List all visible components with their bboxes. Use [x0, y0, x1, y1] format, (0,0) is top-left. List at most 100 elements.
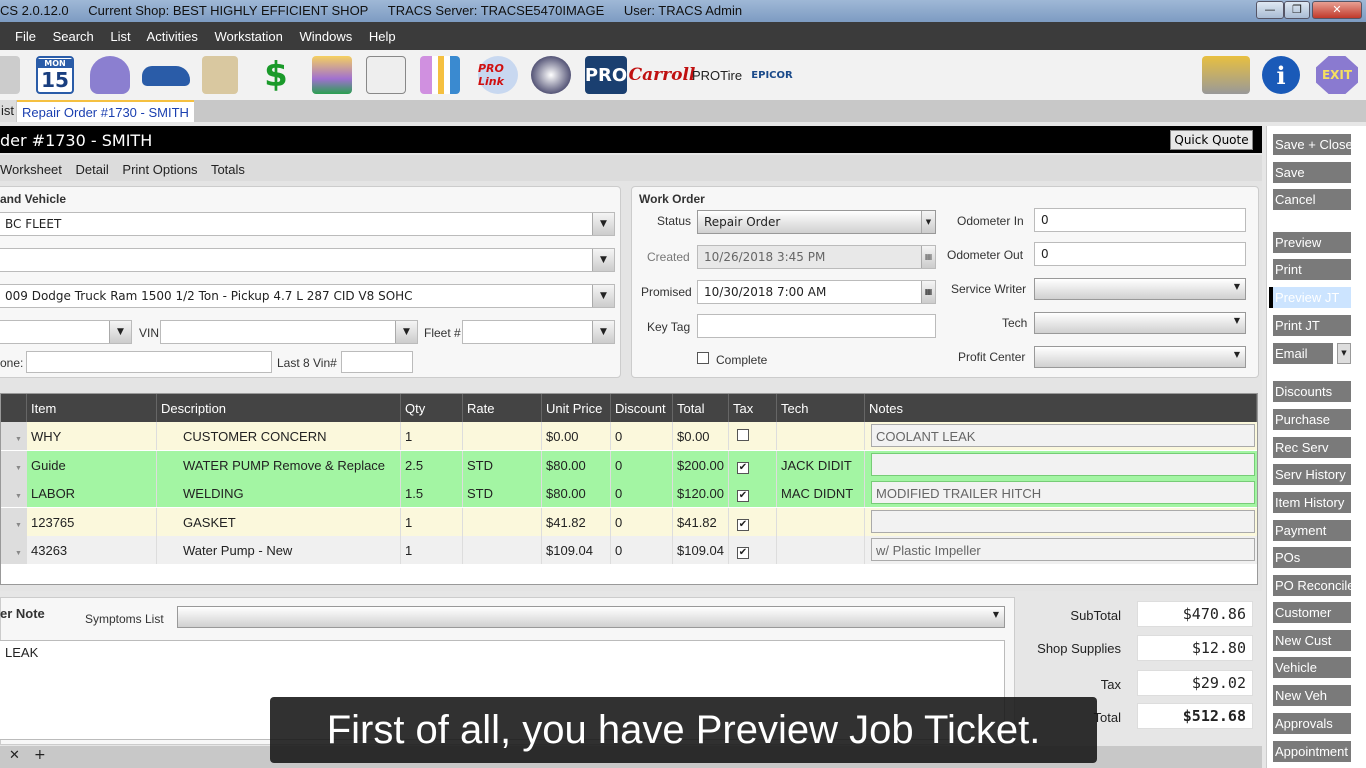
print-jt-button[interactable]: Print JT — [1273, 315, 1351, 336]
purchase-button[interactable]: Purchase — [1273, 409, 1351, 430]
cell-desc[interactable]: CUSTOMER CONCERN — [157, 422, 401, 450]
table-row[interactable]: ▼ 43263 Water Pump - New 1 $109.04 0 $109.04 ✔ w… — [1, 536, 1257, 564]
preview-button[interactable]: Preview — [1273, 232, 1351, 253]
save-close-button[interactable]: Save + Close — [1273, 134, 1351, 155]
cell-total[interactable]: $41.82 — [673, 507, 729, 536]
cell-rate[interactable] — [463, 536, 542, 564]
checkbox[interactable]: ✔ — [737, 518, 749, 531]
new-veh-button[interactable]: New Veh — [1273, 685, 1351, 706]
cell-rate[interactable]: STD — [463, 450, 542, 479]
column-header-unit-price[interactable]: Unit Price — [542, 394, 611, 422]
column-header-tax[interactable]: Tax — [729, 394, 777, 422]
table-row[interactable]: ▼ LABOR WELDING 1.5 STD $80.00 0 $120.00 ✔ MAC DI… — [1, 479, 1257, 507]
tab-totals[interactable]: Totals — [211, 162, 245, 177]
cell-qty[interactable]: 2.5 — [401, 450, 463, 479]
serv-history-button[interactable]: Serv History — [1273, 464, 1351, 485]
print-button[interactable]: Print — [1273, 259, 1351, 280]
cell-notes[interactable]: w/ Plastic Impeller — [871, 538, 1255, 561]
chart-icon[interactable] — [420, 56, 460, 94]
customers-icon[interactable] — [90, 56, 130, 94]
dollar-icon[interactable]: $ — [256, 55, 296, 95]
po-reconcile-button[interactable]: PO Reconcile — [1273, 575, 1351, 596]
cell-total[interactable]: $200.00 — [673, 450, 729, 479]
column-header-description[interactable]: Description — [157, 394, 401, 422]
service-writer-select[interactable]: ▼ — [1034, 278, 1246, 300]
menu-file[interactable]: File — [15, 29, 36, 44]
keys-settings-icon[interactable] — [1202, 56, 1250, 94]
cell-disc[interactable]: 0 — [611, 507, 673, 536]
appointment-button[interactable]: Appointment — [1273, 741, 1351, 762]
cell-unit[interactable]: $41.82 — [542, 507, 611, 536]
tech-select[interactable]: ▼ — [1034, 312, 1246, 334]
odometer-in-input[interactable]: 0 — [1034, 208, 1246, 232]
checkbox[interactable]: ✔ — [737, 490, 749, 502]
checkbox[interactable]: ✔ — [737, 461, 749, 474]
cell-desc[interactable]: GASKET — [157, 507, 401, 536]
cell-unit[interactable]: $0.00 — [542, 422, 611, 450]
discounts-button[interactable]: Discounts — [1273, 381, 1351, 402]
approvals-button[interactable]: Approvals — [1273, 713, 1351, 734]
cell-unit[interactable]: $109.04 — [542, 536, 611, 564]
cell-qty[interactable]: 1.5 — [401, 479, 463, 507]
add-tab-icon[interactable]: + — [34, 747, 46, 763]
column-header-discount[interactable]: Discount — [611, 394, 673, 422]
symptoms-select[interactable]: ▼ — [177, 606, 1005, 628]
chevron-down-icon[interactable]: ▼ — [592, 249, 614, 271]
chevron-down-icon[interactable]: ▼ — [592, 321, 614, 343]
cell-rate[interactable] — [463, 507, 542, 536]
menu-search[interactable]: Search — [53, 29, 94, 44]
row-type-dropdown[interactable]: ▼ — [1, 507, 27, 536]
tax-checkbox[interactable]: ✔ — [729, 450, 777, 479]
menu-help[interactable]: Help — [369, 29, 396, 44]
complete-checkbox[interactable] — [697, 352, 709, 367]
email-dropdown-chevron-icon[interactable]: ▼ — [1337, 343, 1351, 364]
cell-disc[interactable]: 0 — [611, 450, 673, 479]
item-history-button[interactable]: Item History — [1273, 492, 1351, 513]
epicor-logo[interactable]: EPICOR — [748, 56, 796, 94]
chevron-down-icon[interactable]: ▼ — [592, 285, 614, 307]
cell-tech[interactable] — [777, 422, 865, 450]
row-type-dropdown[interactable]: ▼ — [1, 536, 27, 564]
tax-checkbox[interactable] — [729, 422, 777, 450]
cell-rate[interactable] — [463, 422, 542, 450]
column-header-notes[interactable]: Notes — [865, 394, 1257, 422]
vehicle-button[interactable]: Vehicle — [1273, 657, 1351, 678]
table-row[interactable]: ▼ Guide WATER PUMP Remove & Replace 2.5 STD $… — [1, 450, 1257, 479]
info-icon[interactable]: i — [1262, 56, 1300, 94]
contact-select[interactable]: ▼ — [0, 248, 615, 272]
cell-qty[interactable]: 1 — [401, 507, 463, 536]
calendar-icon[interactable]: ▦ — [921, 281, 935, 303]
chevron-down-icon[interactable]: ▼ — [921, 211, 935, 233]
tab-repair-order[interactable]: Repair Order #1730 - SMITH — [17, 100, 194, 122]
email-button[interactable]: Email — [1273, 343, 1333, 364]
save-button[interactable]: Save — [1273, 162, 1351, 183]
chevron-down-icon[interactable]: ▼ — [592, 213, 614, 235]
reports-icon[interactable] — [366, 56, 406, 94]
profit-center-select[interactable]: ▼ — [1034, 346, 1246, 368]
cell-item[interactable]: 43263 — [27, 536, 157, 564]
tab-worksheet[interactable]: Worksheet — [0, 162, 62, 177]
prolink-icon[interactable]: PRO Link — [478, 56, 518, 94]
row-type-dropdown[interactable]: ▼ — [1, 479, 27, 507]
cell-unit[interactable]: $80.00 — [542, 450, 611, 479]
plate-select[interactable]: ▼ — [0, 320, 132, 344]
cancel-button[interactable]: Cancel — [1273, 189, 1351, 210]
fleet-select[interactable]: ▼ — [462, 320, 615, 344]
cell-notes[interactable]: MODIFIED TRAILER HITCH — [871, 481, 1255, 504]
menu-windows[interactable]: Windows — [300, 29, 353, 44]
close-tab-icon[interactable]: ✕ — [9, 748, 20, 763]
cell-qty[interactable]: 1 — [401, 536, 463, 564]
tax-checkbox[interactable]: ✔ — [729, 507, 777, 536]
carroll-logo[interactable]: Carroll — [629, 56, 696, 94]
customer-button[interactable]: Customer — [1273, 602, 1351, 623]
cell-notes[interactable] — [871, 452, 1255, 476]
cell-disc[interactable]: 0 — [611, 479, 673, 507]
speedometer-icon[interactable] — [531, 56, 571, 94]
column-header-qty[interactable]: Qty — [401, 394, 463, 422]
maximize-button[interactable]: ❐ — [1284, 1, 1310, 19]
preview-jt-button[interactable]: Preview JT — [1269, 287, 1351, 308]
tab-detail[interactable]: Detail — [76, 162, 109, 177]
cell-tech[interactable]: JACK DIDIT — [777, 450, 865, 479]
exit-icon[interactable]: EXIT — [1316, 56, 1358, 94]
cell-item[interactable]: Guide — [27, 450, 157, 479]
